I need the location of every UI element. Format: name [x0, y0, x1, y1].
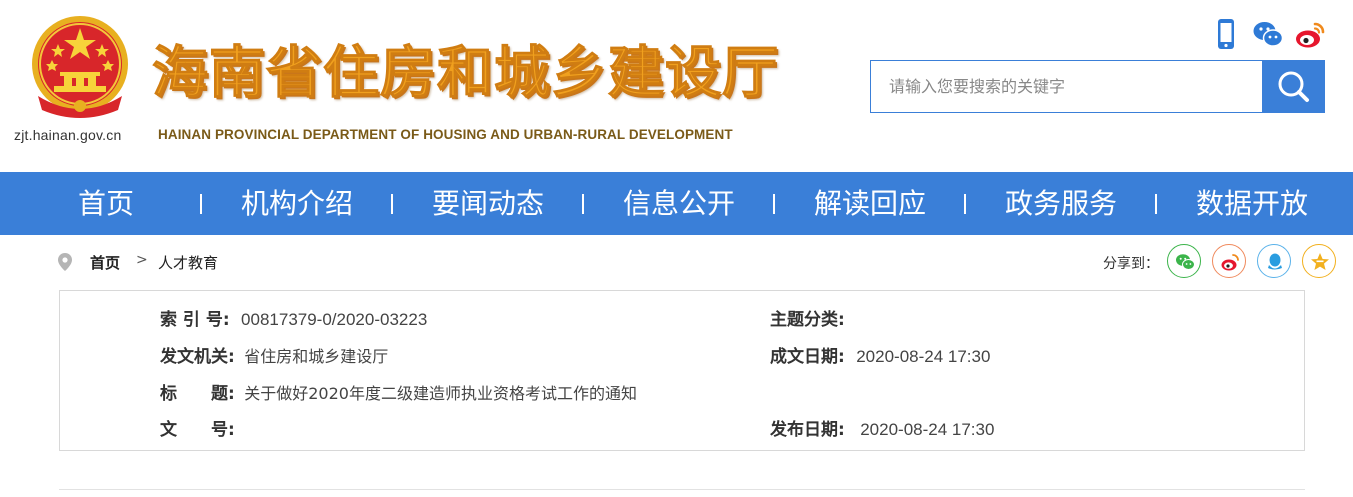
- site-header: zjt.hainan.gov.cn 海南省住房和城乡建设厅 HAINAN PRO…: [0, 0, 1353, 172]
- info-docno: 文 号:: [160, 415, 240, 440]
- location-pin-icon: [58, 253, 72, 271]
- info-docno-label: 文 号:: [160, 420, 235, 440]
- search-input[interactable]: [871, 61, 1251, 112]
- share-label: 分享到：: [1103, 256, 1159, 272]
- nav-divider: [1155, 194, 1157, 214]
- info-topic-label: 主题分类:: [770, 310, 845, 330]
- breadcrumb-separator: >: [136, 252, 148, 268]
- nav-item-about[interactable]: 机构介绍: [241, 172, 353, 235]
- nav-item-disclosure[interactable]: 信息公开: [623, 172, 735, 235]
- weibo-icon: [1221, 254, 1239, 271]
- nav-divider: [582, 194, 584, 214]
- weibo-icon[interactable]: [1294, 18, 1326, 50]
- site-subtitle: HAINAN PROVINCIAL DEPARTMENT OF HOUSING …: [158, 127, 733, 142]
- info-index-label: 索 引 号:: [160, 310, 230, 330]
- qq-icon: [1268, 253, 1282, 270]
- national-emblem-icon: [32, 16, 128, 118]
- info-created: 成文日期: 2020-08-24 17:30: [770, 342, 991, 367]
- info-published-label: 发布日期:: [770, 420, 845, 440]
- info-published-value: 2020-08-24 17:30: [860, 420, 995, 439]
- main-nav: 首页 机构介绍 要闻动态 信息公开 解读回应 政务服务 数据开放: [0, 172, 1353, 235]
- share-weibo-button[interactable]: [1212, 244, 1246, 278]
- info-title-value: 关于做好2020年度二级建造师执业资格考试工作的通知: [244, 384, 637, 403]
- site-title: 海南省住房和城乡建设厅: [152, 41, 779, 107]
- info-created-label: 成文日期:: [770, 347, 845, 367]
- info-issuer-label: 发文机关:: [160, 347, 235, 367]
- search-box: [870, 60, 1262, 113]
- nav-item-news[interactable]: 要闻动态: [432, 172, 544, 235]
- breadcrumb-current[interactable]: 人才教育: [158, 252, 218, 273]
- nav-item-interpret[interactable]: 解读回应: [814, 172, 926, 235]
- search-button[interactable]: [1262, 60, 1325, 113]
- info-title: 标 题: 关于做好2020年度二级建造师执业资格考试工作的通知: [160, 379, 637, 404]
- info-published: 发布日期: 2020-08-24 17:30: [770, 415, 995, 440]
- nav-divider: [964, 194, 966, 214]
- search-icon: [1278, 71, 1309, 102]
- nav-divider: [200, 194, 202, 214]
- info-created-value: 2020-08-24 17:30: [856, 347, 991, 366]
- nav-item-home[interactable]: 首页: [78, 172, 134, 235]
- share-bar: 分享到：: [1100, 244, 1340, 280]
- info-issuer-value: 省住房和城乡建设厅: [244, 347, 389, 366]
- info-index: 索 引 号: 00817379-0/2020-03223: [160, 305, 428, 330]
- info-index-value: 00817379-0/2020-03223: [241, 310, 428, 329]
- top-icon-bar: [1210, 18, 1330, 52]
- info-title-label: 标 题:: [160, 384, 235, 404]
- wechat-icon: [1176, 254, 1195, 270]
- nav-divider: [773, 194, 775, 214]
- nav-item-services[interactable]: 政务服务: [1005, 172, 1117, 235]
- document-info-panel: 索 引 号: 00817379-0/2020-03223 主题分类: 发文机关:…: [59, 290, 1305, 451]
- info-topic: 主题分类:: [770, 305, 850, 330]
- info-issuer: 发文机关: 省住房和城乡建设厅: [160, 342, 389, 367]
- share-qzone-button[interactable]: [1302, 244, 1336, 278]
- nav-item-open-data[interactable]: 数据开放: [1196, 172, 1308, 235]
- qzone-icon: [1311, 253, 1329, 270]
- site-url: zjt.hainan.gov.cn: [14, 127, 122, 143]
- share-wechat-button[interactable]: [1167, 244, 1201, 278]
- content-divider: [59, 489, 1305, 490]
- mobile-icon[interactable]: [1210, 18, 1242, 50]
- nav-divider: [391, 194, 393, 214]
- share-qq-button[interactable]: [1257, 244, 1291, 278]
- breadcrumb-home[interactable]: 首页: [90, 252, 120, 273]
- wechat-icon[interactable]: [1252, 18, 1284, 50]
